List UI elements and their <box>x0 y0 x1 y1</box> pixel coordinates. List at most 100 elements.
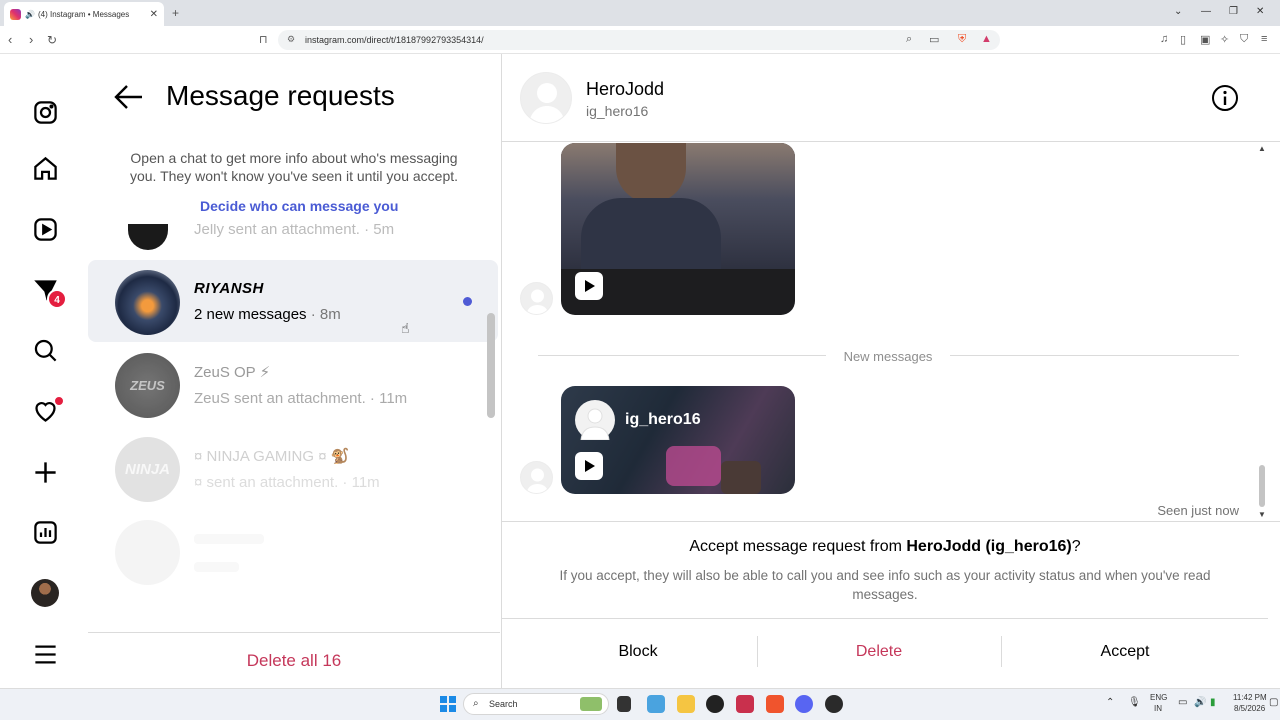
task-view-icon[interactable] <box>617 696 631 712</box>
actions-divider <box>1001 636 1002 667</box>
taskbar-search-box[interactable]: ⌕ Search <box>463 693 609 715</box>
reels-icon[interactable] <box>30 214 60 244</box>
request-item-zeus[interactable]: ZEUS ZeuS OP ⚡ ZeuS sent an attachment. … <box>88 343 498 425</box>
delete-button[interactable]: Delete <box>799 643 959 661</box>
url-text: instagram.com/direct/t/18187992793354314… <box>305 35 484 45</box>
conversation-scrollbar[interactable] <box>1259 465 1265 507</box>
play-icon[interactable] <box>575 272 603 300</box>
bookmark-icon[interactable]: ⊓ <box>259 33 268 46</box>
page-title: Message requests <box>166 80 395 111</box>
sender-avatar <box>520 461 553 494</box>
divider-right <box>950 355 1239 356</box>
delete-all-button[interactable]: Delete all 16 <box>88 632 500 688</box>
partial-list-subtitle: Jelly sent an attachment. · 5m <box>194 223 395 237</box>
taskbar-search-icon: ⌕ <box>473 698 479 709</box>
request-subtitle: ¤ sent an attachment. · 11m <box>194 474 380 491</box>
tray-chevron-icon[interactable]: ⌃ <box>1106 697 1114 708</box>
forward-nav-icon[interactable]: › <box>29 32 33 47</box>
dashboard-icon[interactable] <box>30 517 60 547</box>
clock-time[interactable]: 11:42 PM <box>1233 693 1267 702</box>
faded-subtitle-placeholder <box>194 562 239 572</box>
maximize-icon[interactable]: ❐ <box>1229 6 1238 17</box>
start-tile <box>440 705 447 712</box>
network-icon[interactable]: ▭ <box>1178 697 1187 708</box>
video-facecam <box>721 461 761 494</box>
app-icon[interactable] <box>736 695 754 713</box>
requests-scrollbar[interactable] <box>487 313 495 418</box>
request-item-faded[interactable] <box>88 510 498 592</box>
accept-prompt-suffix: ? <box>1071 538 1081 555</box>
brave-shield-icon[interactable]: ⛨ <box>958 33 966 46</box>
wallet-icon[interactable]: ▣ <box>1200 33 1210 46</box>
scroll-down-arrow-icon[interactable]: ▼ <box>1258 510 1266 519</box>
conversation-name[interactable]: HeroJodd <box>586 79 664 100</box>
close-tab-icon[interactable]: ✕ <box>150 9 158 20</box>
accept-prompt-name: HeroJodd (ig_hero16) <box>906 538 1072 555</box>
accept-description: If you accept, they will also be able to… <box>559 568 1211 602</box>
request-item-ninja[interactable]: NINJA ¤ NINJA GAMING ¤ 🐒 ¤ sent an attac… <box>88 427 498 509</box>
request-subtitle-line: 2 new messages · 8m <box>194 306 341 323</box>
battery-icon[interactable]: ▮ <box>1210 697 1216 708</box>
conversation-avatar[interactable] <box>520 72 572 124</box>
home-icon[interactable] <box>30 153 60 183</box>
speaker-icon[interactable]: 🔊 <box>25 10 35 19</box>
play-icon[interactable] <box>575 452 603 480</box>
shared-post-username: ig_hero16 <box>625 411 701 428</box>
leo-ai-icon[interactable]: ✧ <box>1220 33 1229 46</box>
url-field[interactable]: ⚙ instagram.com/direct/t/181879927933543… <box>278 30 1000 50</box>
file-explorer-icon[interactable] <box>677 695 695 713</box>
zoom-icon[interactable]: ⌕ <box>906 33 912 46</box>
browser-tab-bar <box>0 0 1280 26</box>
search-icon[interactable] <box>30 335 60 365</box>
conversation-username[interactable]: ig_hero16 <box>586 103 648 119</box>
windows-start-icon[interactable] <box>440 696 456 712</box>
widgets-icon[interactable] <box>647 695 665 713</box>
cast-icon[interactable]: ▭ <box>929 33 939 46</box>
video-message-2[interactable]: ig_hero16 <box>561 386 795 494</box>
video-message-1[interactable] <box>561 143 795 315</box>
menu-icon[interactable]: ≡ <box>1261 33 1267 45</box>
volume-icon[interactable]: 🔊 <box>1194 697 1206 708</box>
microphone-icon[interactable]: 🎙 <box>1128 697 1141 708</box>
reload-icon[interactable]: ↻ <box>47 33 57 47</box>
browser-tab[interactable]: 🔊 (4) Instagram • Messages ✕ <box>4 2 164 26</box>
activity-dot <box>54 396 64 406</box>
language-bottom[interactable]: IN <box>1154 704 1162 713</box>
chatgpt-icon[interactable] <box>706 695 724 713</box>
block-button[interactable]: Block <box>558 643 718 661</box>
close-window-icon[interactable]: ✕ <box>1256 6 1264 17</box>
brave-browser-icon[interactable] <box>766 695 784 713</box>
vpn-icon[interactable]: ⛉ <box>1240 33 1248 46</box>
minimize-icon[interactable]: — <box>1201 6 1211 17</box>
app-icon-2[interactable] <box>825 695 843 713</box>
sender-avatar <box>520 282 553 315</box>
back-nav-icon[interactable]: ‹ <box>8 32 12 47</box>
decide-who-can-message-link[interactable]: Decide who can message you <box>200 198 398 214</box>
tab-search-chevron-icon[interactable]: ⌄ <box>1174 6 1182 17</box>
instagram-favicon-icon <box>10 8 21 20</box>
scroll-up-arrow-icon[interactable]: ▲ <box>1258 144 1266 153</box>
create-icon[interactable] <box>30 457 60 487</box>
language-top[interactable]: ENG <box>1150 693 1167 702</box>
media-icon[interactable]: ♫ <box>1160 33 1168 45</box>
notifications-icon[interactable]: ▢ <box>1269 697 1278 708</box>
video-person-body <box>581 198 721 269</box>
conversation-info-icon[interactable] <box>1211 84 1239 112</box>
site-settings-icon[interactable]: ⚙ <box>287 34 295 45</box>
sidebar-icon[interactable]: ▯ <box>1180 33 1186 46</box>
discord-icon[interactable] <box>795 695 813 713</box>
request-subtitle: ZeuS sent an attachment. · 11m <box>194 390 408 407</box>
ninja-avatar: NINJA <box>115 437 180 502</box>
request-item-riyansh[interactable]: RIYANSH 2 new messages · 8m <box>88 260 498 342</box>
search-highlight-icon <box>580 697 602 711</box>
request-name: ZeuS OP ⚡ <box>194 364 271 381</box>
new-tab-icon[interactable]: + <box>172 6 179 20</box>
accept-button[interactable]: Accept <box>1045 643 1205 661</box>
zeus-avatar: ZEUS <box>115 353 180 418</box>
clock-date[interactable]: 8/5/2026 <box>1234 704 1265 713</box>
more-menu-icon[interactable] <box>30 639 60 669</box>
brave-rewards-icon[interactable]: ▲ <box>981 33 992 45</box>
back-arrow-icon[interactable] <box>114 84 144 110</box>
instagram-logo-icon[interactable] <box>30 97 60 127</box>
profile-avatar[interactable] <box>31 579 59 607</box>
